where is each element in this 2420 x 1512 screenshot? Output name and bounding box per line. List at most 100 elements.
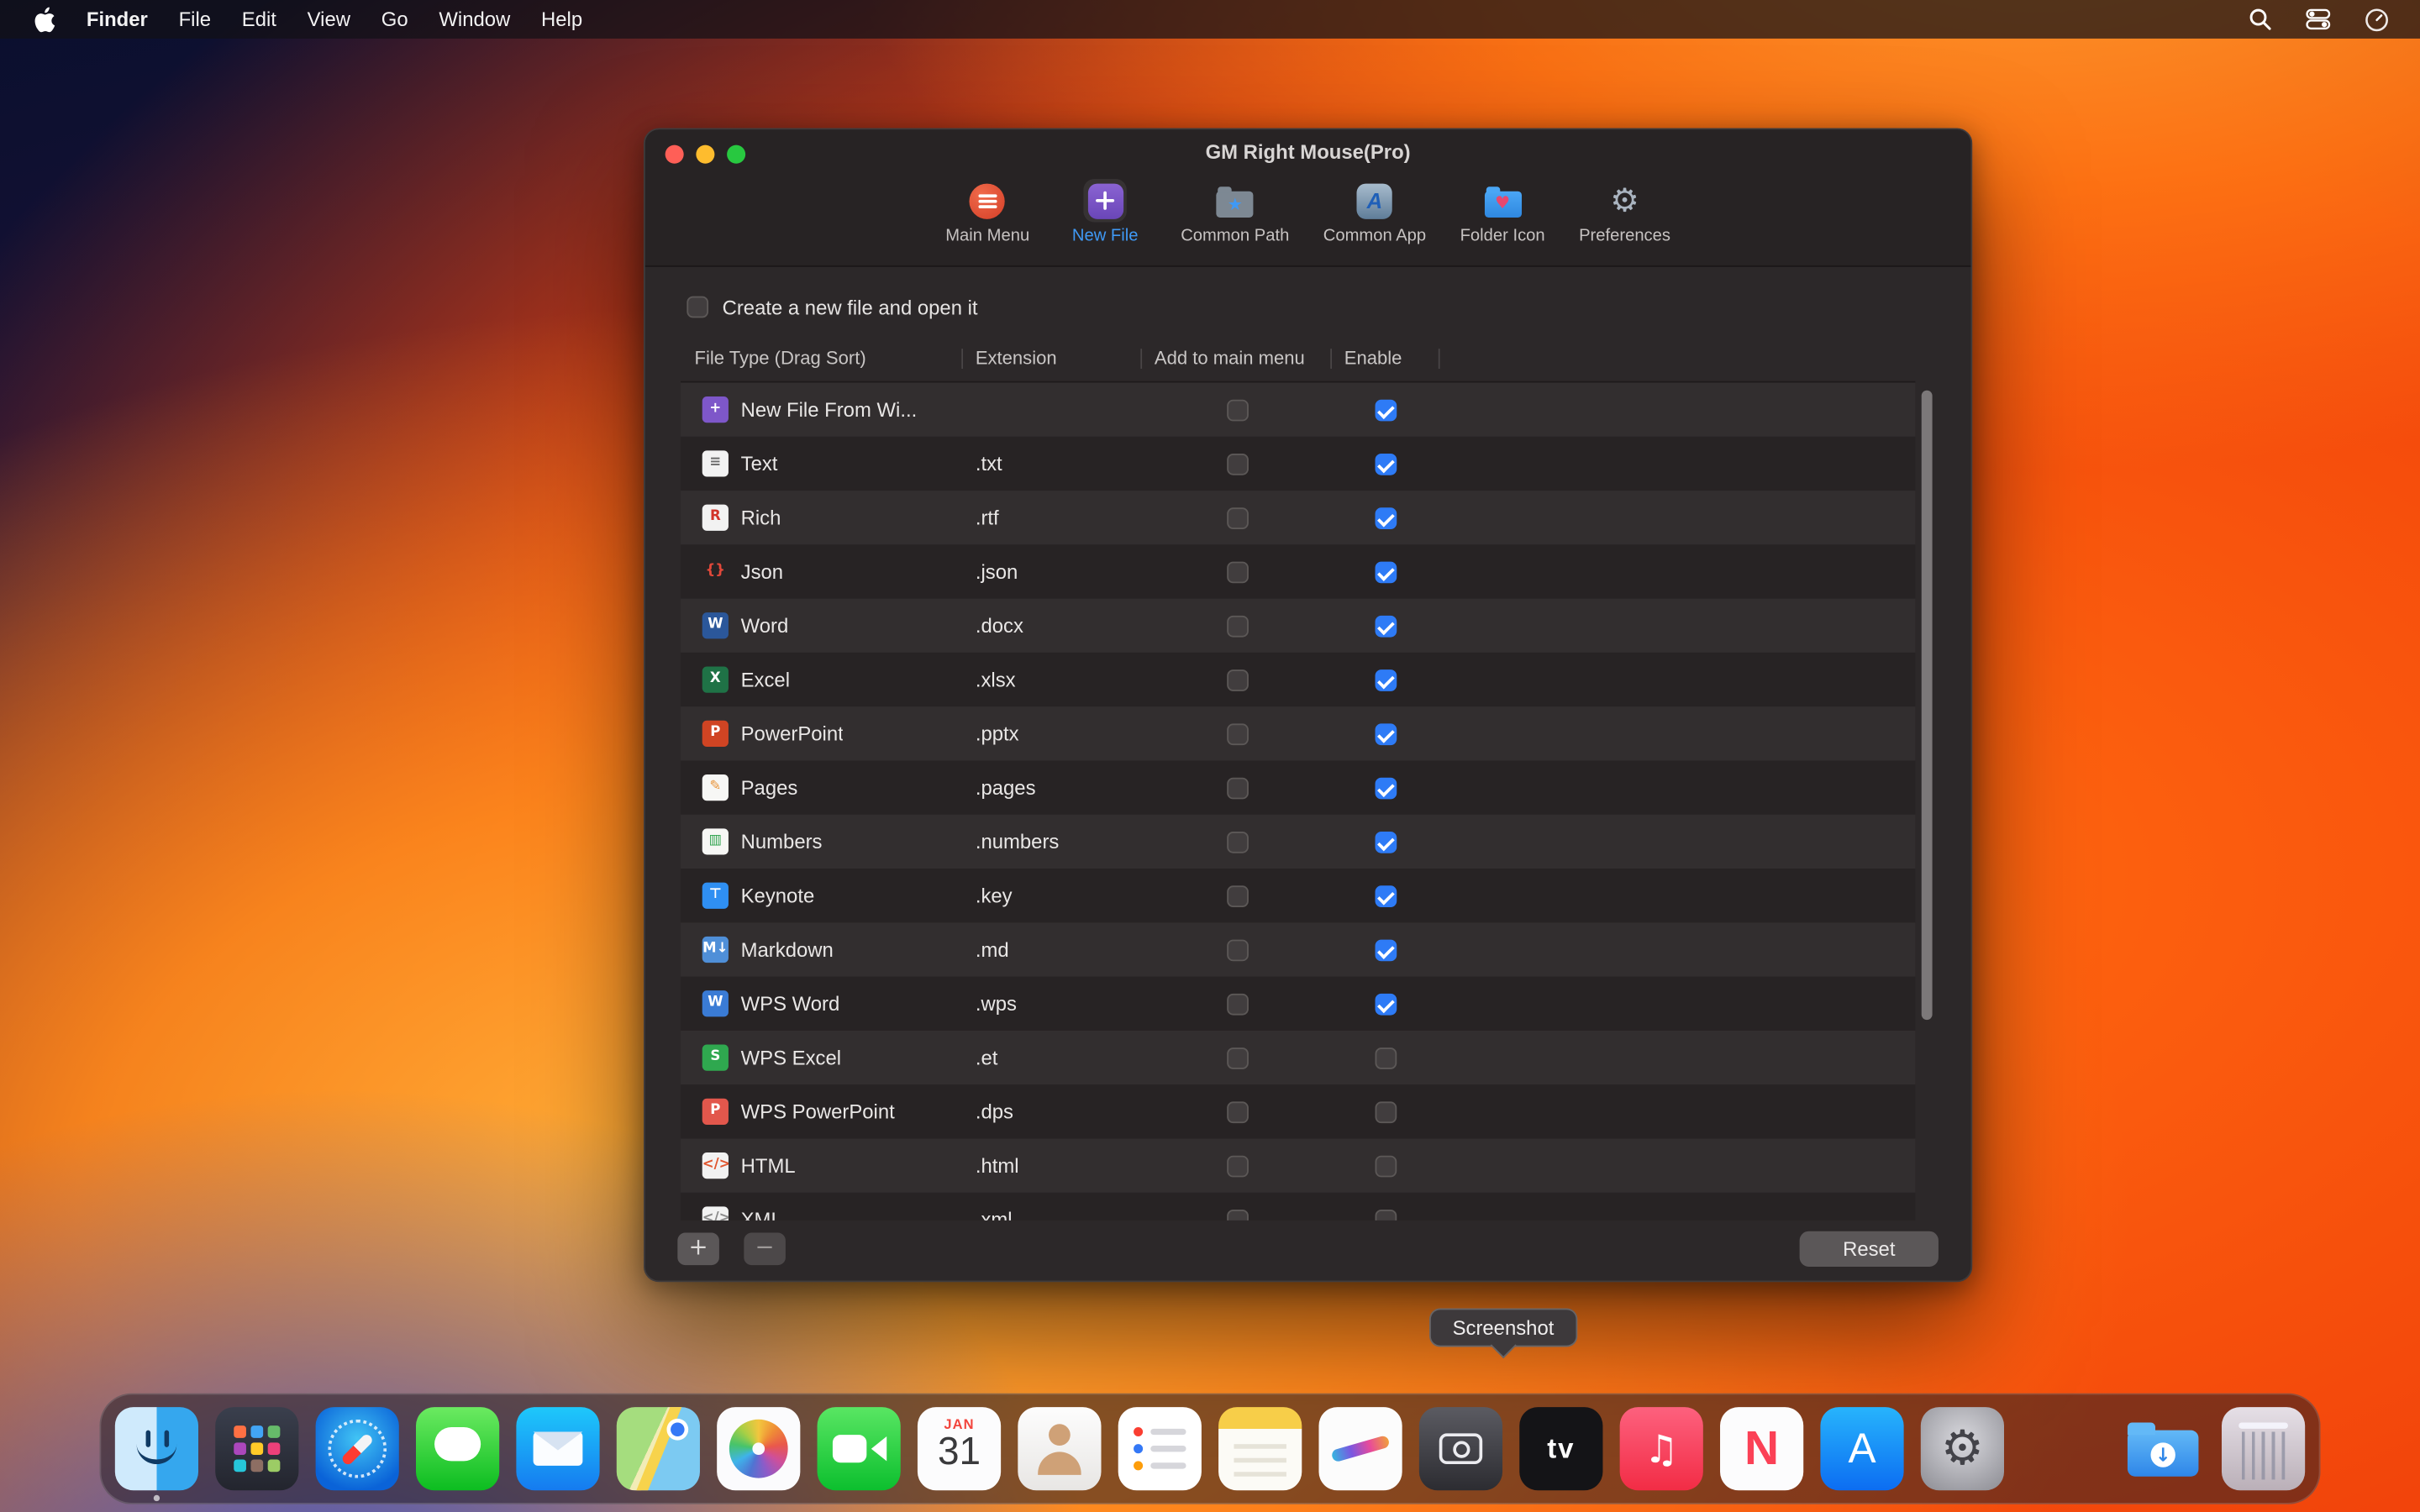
toolbar-tab-preferences[interactable]: Preferences (1579, 177, 1670, 245)
reset-button[interactable]: Reset (1800, 1231, 1939, 1266)
extension-label: .html (963, 1139, 1142, 1193)
add-to-menu-checkbox[interactable] (1226, 1047, 1248, 1068)
file-type-label: Keynote (741, 884, 815, 907)
enable-checkbox[interactable] (1376, 1047, 1397, 1068)
menu-item-help[interactable]: Help (526, 0, 598, 39)
file-row-pages[interactable]: ✎ Pages .pages (681, 761, 1915, 815)
toolbar-tab-new-file[interactable]: New File (1064, 177, 1147, 245)
add-to-menu-checkbox[interactable] (1226, 1155, 1248, 1177)
file-row-markdown[interactable]: M↓ Markdown .md (681, 922, 1915, 976)
add-to-menu-checkbox[interactable] (1226, 993, 1248, 1015)
dock-item-news[interactable]: N (1720, 1407, 1803, 1490)
enable-checkbox[interactable] (1376, 939, 1397, 961)
add-to-menu-checkbox[interactable] (1226, 831, 1248, 853)
dock-item-launchpad[interactable] (215, 1407, 298, 1490)
menu-item-file[interactable]: File (163, 0, 226, 39)
enable-checkbox[interactable] (1376, 669, 1397, 690)
dock-item-calendar[interactable]: JAN31 (918, 1407, 1001, 1490)
add-to-menu-checkbox[interactable] (1226, 669, 1248, 690)
add-to-menu-checkbox[interactable] (1226, 561, 1248, 583)
file-row-text[interactable]: ≡ Text .txt (681, 437, 1915, 491)
dock-item-notes[interactable] (1218, 1407, 1302, 1490)
dock-item-screenshot[interactable] (1419, 1407, 1502, 1490)
enable-checkbox[interactable] (1376, 561, 1397, 583)
add-to-menu-checkbox[interactable] (1226, 453, 1248, 475)
file-row-json[interactable]: {} Json .json (681, 544, 1915, 598)
file-row-wps-word[interactable]: W WPS Word .wps (681, 977, 1915, 1031)
file-row-wps-excel[interactable]: S WPS Excel .et (681, 1031, 1915, 1084)
dock-item-appletv[interactable]: tv (1519, 1407, 1602, 1490)
enable-checkbox[interactable] (1376, 1155, 1397, 1177)
enable-checkbox[interactable] (1376, 885, 1397, 906)
file-row-keynote[interactable]: ⊤ Keynote .key (681, 869, 1915, 922)
file-row-new-file-from-wi[interactable]: + New File From Wi... (681, 383, 1915, 437)
dock-item-messages[interactable] (416, 1407, 499, 1490)
menu-item-view[interactable]: View (292, 0, 366, 39)
add-to-menu-checkbox[interactable] (1226, 507, 1248, 528)
enable-checkbox[interactable] (1376, 453, 1397, 475)
dock-item-facetime[interactable] (818, 1407, 901, 1490)
html-file-icon: </> (702, 1152, 729, 1179)
excel-file-icon: X (702, 666, 729, 692)
table-scrollbar[interactable] (1922, 391, 1933, 1020)
create-new-file-checkbox[interactable] (687, 297, 708, 318)
dock-item-photos[interactable] (717, 1407, 800, 1490)
menu-item-edit[interactable]: Edit (226, 0, 292, 39)
add-to-menu-checkbox[interactable] (1226, 777, 1248, 799)
enable-checkbox[interactable] (1376, 831, 1397, 853)
add-to-menu-checkbox[interactable] (1226, 939, 1248, 961)
control-center-icon[interactable] (2306, 8, 2330, 31)
file-row-rich[interactable]: R Rich .rtf (681, 491, 1915, 544)
dock-item-settings[interactable]: ⚙ (1921, 1407, 2004, 1490)
toolbar-tab-common-app[interactable]: Common App (1323, 177, 1426, 245)
add-to-menu-checkbox[interactable] (1226, 723, 1248, 745)
file-row-powerpoint[interactable]: P PowerPoint .pptx (681, 706, 1915, 760)
remove-row-button[interactable]: − (744, 1232, 786, 1265)
add-to-menu-checkbox[interactable] (1226, 615, 1248, 637)
menu-item-finder[interactable]: Finder (71, 0, 163, 39)
maps-icon (617, 1407, 700, 1490)
menu-item-window[interactable]: Window (424, 0, 526, 39)
dock-item-finder[interactable] (115, 1407, 198, 1490)
toolbar-tab-label: Common App (1323, 227, 1426, 245)
toolbar-tab-main-menu[interactable]: Main Menu (945, 177, 1029, 245)
apple-logo-icon[interactable] (33, 5, 56, 33)
toolbar-tab-folder-icon[interactable]: Folder Icon (1460, 177, 1545, 245)
file-row-wps-powerpoint[interactable]: P WPS PowerPoint .dps (681, 1084, 1915, 1138)
enable-checkbox[interactable] (1376, 507, 1397, 528)
search-icon[interactable] (2249, 8, 2272, 31)
dock-item-appstore[interactable]: A (1820, 1407, 1903, 1490)
dock-item-maps[interactable] (617, 1407, 700, 1490)
status-circle-icon[interactable] (2365, 7, 2389, 31)
add-row-button[interactable]: + (677, 1232, 719, 1265)
dock-item-mail[interactable] (516, 1407, 599, 1490)
screenshot-icon (1419, 1407, 1502, 1490)
menu-item-go[interactable]: Go (366, 0, 424, 39)
dock-item-contacts[interactable] (1018, 1407, 1101, 1490)
dock-item-music[interactable]: ♫ (1620, 1407, 1703, 1490)
file-row-numbers[interactable]: ▥ Numbers .numbers (681, 815, 1915, 869)
add-to-menu-checkbox[interactable] (1226, 1101, 1248, 1123)
file-row-word[interactable]: W Word .docx (681, 599, 1915, 653)
enable-checkbox[interactable] (1376, 1101, 1397, 1123)
enable-checkbox[interactable] (1376, 993, 1397, 1015)
dock-item-reminders[interactable] (1118, 1407, 1202, 1490)
enable-checkbox[interactable] (1376, 615, 1397, 637)
dock-item-trash[interactable] (2222, 1407, 2305, 1490)
file-row-html[interactable]: </> HTML .html (681, 1139, 1915, 1193)
toolbar-divider (645, 265, 1971, 267)
table-header: File Type (Drag Sort) Extension Add to m… (681, 341, 1915, 376)
dock-item-freeform[interactable] (1318, 1407, 1402, 1490)
extension-label: .wps (963, 977, 1142, 1031)
dock-item-safari[interactable] (316, 1407, 399, 1490)
word-file-icon: W (702, 612, 729, 638)
dock-item-downloads[interactable]: ↓ (2122, 1407, 2205, 1490)
toolbar-tab-common-path[interactable]: Common Path (1181, 177, 1289, 245)
file-row-excel[interactable]: X Excel .xlsx (681, 653, 1915, 706)
enable-checkbox[interactable] (1376, 723, 1397, 745)
add-to-menu-checkbox[interactable] (1226, 399, 1248, 421)
enable-checkbox[interactable] (1376, 399, 1397, 421)
enable-checkbox[interactable] (1376, 777, 1397, 799)
add-to-menu-checkbox[interactable] (1226, 885, 1248, 906)
toolbar-tab-label: Preferences (1579, 227, 1670, 245)
